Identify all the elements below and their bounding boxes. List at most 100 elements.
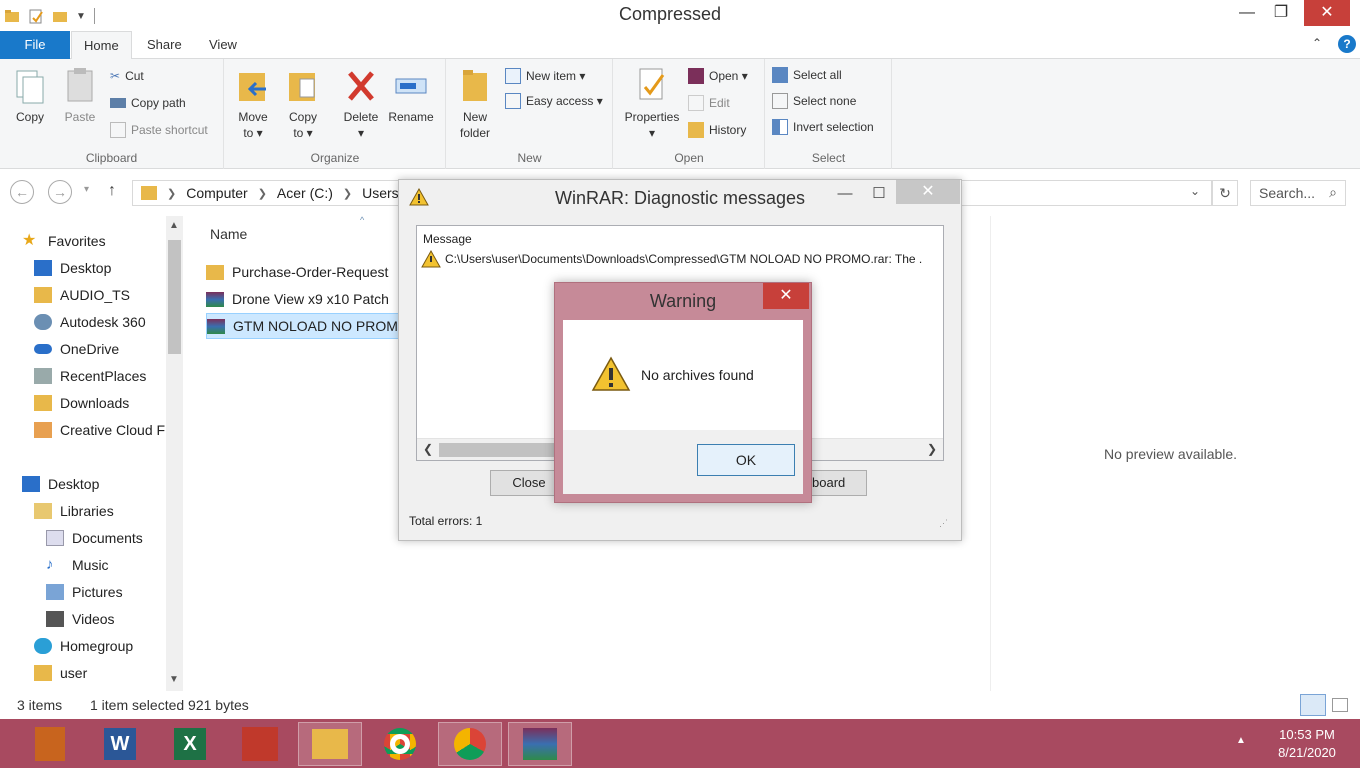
warning-footer: OK <box>563 430 803 494</box>
scroll-left-icon[interactable]: ❮ <box>423 442 433 456</box>
column-header-name[interactable]: Name <box>210 226 247 242</box>
taskbar-chrome-button-2[interactable] <box>438 722 502 766</box>
nav-item-desktop[interactable]: Desktop <box>22 470 166 497</box>
tab-view[interactable]: View <box>197 31 249 59</box>
maximize-button[interactable]: ❐ <box>1258 0 1304 26</box>
nav-item-onedrive[interactable]: OneDrive <box>22 335 166 362</box>
nav-item-pictures[interactable]: Pictures <box>22 578 166 605</box>
copy-button[interactable]: Copy <box>4 65 56 125</box>
nav-item-videos[interactable]: Videos <box>22 605 166 632</box>
nav-item-downloads[interactable]: Downloads <box>22 389 166 416</box>
back-button[interactable]: ← <box>10 180 34 204</box>
close-button[interactable]: ✕ <box>1304 0 1350 26</box>
scroll-up-icon[interactable]: ▲ <box>169 220 179 231</box>
nav-item-libraries[interactable]: Libraries <box>22 497 166 524</box>
open-button[interactable]: Open ▾ <box>688 66 748 86</box>
system-clock[interactable]: 10:53 PM 8/21/2020 <box>1262 726 1352 762</box>
tab-share[interactable]: Share <box>135 31 194 59</box>
scroll-down-icon[interactable]: ▼ <box>169 674 179 685</box>
large-icons-view-icon[interactable] <box>1332 698 1348 712</box>
scroll-thumb[interactable] <box>168 240 181 354</box>
nav-item-favorites[interactable]: ★ Favorites <box>22 227 166 254</box>
resize-grip-icon[interactable]: ⋰ <box>939 518 948 529</box>
nav-item-audio-ts[interactable]: AUDIO_TS <box>22 281 166 308</box>
address-dropdown-icon[interactable]: ⌄ <box>1190 184 1200 198</box>
taskbar-excel-button[interactable]: X <box>158 722 222 766</box>
file-name: Drone View x9 x10 Patch <box>232 291 389 307</box>
easy-access-button[interactable]: Easy access ▾ <box>505 91 603 111</box>
properties-button[interactable]: Properties ▾ <box>618 65 686 141</box>
help-icon[interactable]: ? <box>1338 35 1356 53</box>
delete-label: Delete <box>343 110 379 124</box>
nav-item-label: Autodesk 360 <box>60 313 146 330</box>
recent-locations-chevron-icon[interactable]: ▾ <box>84 184 89 195</box>
tab-home[interactable]: Home <box>71 31 132 60</box>
nav-item-label: Pictures <box>72 583 123 600</box>
taskbar-autocad-button[interactable] <box>228 722 292 766</box>
taskbar-app-icon[interactable] <box>18 722 82 766</box>
chevron-up-icon[interactable]: ⌃ <box>1312 36 1322 50</box>
history-label: History <box>709 123 747 137</box>
properties-icon <box>639 68 665 100</box>
hscroll-thumb[interactable] <box>439 443 559 457</box>
refresh-icon[interactable]: ↻ <box>1212 180 1238 206</box>
cut-button[interactable]: ✂ Cut <box>110 66 144 86</box>
nav-item-homegroup[interactable]: Homegroup <box>22 632 166 659</box>
taskbar-word-button[interactable]: W <box>88 722 152 766</box>
copy-to-button[interactable]: Copy to ▾ <box>277 65 329 141</box>
select-none-button[interactable]: Select none <box>772 91 856 111</box>
file-row[interactable]: Purchase-Order-Request <box>206 259 406 285</box>
rename-button[interactable]: Rename <box>385 65 437 125</box>
copy-to-clipboard-button[interactable]: board <box>807 470 867 496</box>
properties-label: Properties <box>624 110 680 124</box>
paste-button[interactable]: Paste <box>54 65 106 125</box>
breadcrumb-computer[interactable]: Computer <box>186 185 247 201</box>
select-none-icon <box>772 93 788 109</box>
dialog-close-button[interactable]: ✕ <box>896 180 960 204</box>
nav-item-music[interactable]: ♪ Music <box>22 551 166 578</box>
breadcrumb-users[interactable]: Users <box>362 185 399 201</box>
select-all-button[interactable]: Select all <box>772 65 842 85</box>
nav-item-recentplaces[interactable]: RecentPlaces <box>22 362 166 389</box>
details-view-icon[interactable] <box>1300 694 1326 716</box>
star-icon: ★ <box>22 231 37 249</box>
file-row[interactable]: Drone View x9 x10 Patch <box>206 286 406 312</box>
nav-item-documents[interactable]: Documents <box>22 524 166 551</box>
forward-button[interactable]: → <box>48 180 72 204</box>
breadcrumb-drive[interactable]: Acer (C:) <box>277 185 333 201</box>
copy-path-button[interactable]: Copy path <box>110 93 186 113</box>
paste-shortcut-button[interactable]: Paste shortcut <box>110 120 208 140</box>
nav-item-creative-cloud[interactable]: Creative Cloud F <box>22 416 166 443</box>
ok-button[interactable]: OK <box>697 444 795 476</box>
nav-scrollbar[interactable]: ▲ ▼ <box>166 216 183 691</box>
word-icon: W <box>104 728 136 760</box>
nav-item-autodesk-360[interactable]: Autodesk 360 <box>22 308 166 335</box>
edit-button[interactable]: Edit <box>688 93 730 113</box>
taskbar-winrar-button[interactable] <box>508 722 572 766</box>
homegroup-icon <box>34 637 52 654</box>
show-hidden-icons-icon[interactable]: ▲ <box>1236 735 1246 746</box>
libraries-icon <box>34 502 52 519</box>
delete-button[interactable]: Delete ▾ <box>335 65 387 141</box>
taskbar-explorer-button[interactable] <box>298 722 362 766</box>
new-folder-label: New <box>462 110 487 124</box>
file-row-selected[interactable]: GTM NOLOAD NO PROM <box>206 313 406 339</box>
paste-shortcut-icon <box>110 122 126 138</box>
nav-item-user[interactable]: user <box>22 659 166 686</box>
tab-file[interactable]: File <box>0 31 70 59</box>
nav-item-desktop-fav[interactable]: Desktop <box>22 254 166 281</box>
invert-selection-button[interactable]: Invert selection <box>772 117 874 137</box>
dialog-minimize-button[interactable]: — <box>830 181 860 207</box>
new-item-button[interactable]: New item ▾ <box>505 66 585 86</box>
history-button[interactable]: History <box>688 120 746 140</box>
warning-close-button[interactable]: ✕ <box>763 283 809 309</box>
move-to-button[interactable]: Move to ▾ <box>227 65 279 141</box>
taskbar-chrome-button[interactable] <box>368 722 432 766</box>
up-button[interactable]: ↑ <box>108 182 116 200</box>
scroll-right-icon[interactable]: ❯ <box>927 442 937 456</box>
dialog-maximize-button[interactable]: ☐ <box>864 181 894 207</box>
search-input[interactable]: Search... ⌕ <box>1250 180 1346 206</box>
new-folder-button[interactable]: New folder <box>449 65 501 141</box>
nav-item-label: Music <box>72 556 109 573</box>
message-row[interactable]: C:\Users\user\Documents\Downloads\Compre… <box>421 250 943 268</box>
